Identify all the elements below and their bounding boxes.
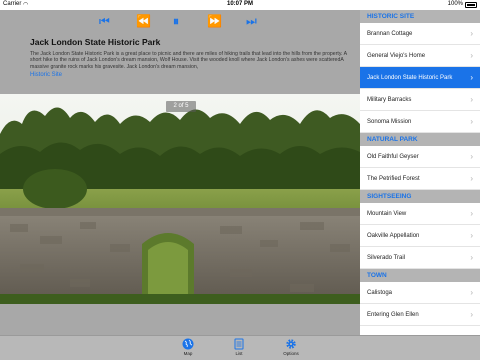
list-item[interactable]: Entering Glen Ellen ›	[360, 304, 480, 326]
battery-percent: 100%	[447, 1, 463, 7]
fast-forward-button[interactable]: ⏩	[207, 14, 222, 28]
list-item-label: Calistoga	[367, 290, 393, 296]
list-item[interactable]: Military Barracks ›	[360, 89, 480, 111]
list-item[interactable]: General Viejo's Home ›	[360, 45, 480, 67]
photo-image	[0, 94, 360, 304]
skip-last-button[interactable]: ⏭	[246, 14, 257, 28]
list-item[interactable]: Sonoma Mission ›	[360, 111, 480, 133]
chevron-right-icon: ›	[470, 152, 473, 161]
list-item-label: Jack London State Historic Park	[367, 75, 453, 81]
detail-pane: ⏮ ⏪ ⏸ ⏩ ⏭ Jack London State Historic Par…	[0, 10, 360, 335]
list-item-label: Old Faithful Geyser	[367, 154, 419, 160]
tab-list-label: List	[235, 351, 243, 356]
chevron-right-icon: ›	[470, 288, 473, 297]
chevron-right-icon: ›	[470, 174, 473, 183]
pause-button[interactable]: ⏸	[173, 14, 179, 28]
list-item[interactable]: Calistoga ›	[360, 282, 480, 304]
list-item-selected[interactable]: Jack London State Historic Park ›	[360, 67, 480, 89]
chevron-right-icon: ›	[470, 51, 473, 60]
status-bar: Carrier ◠ 10:07 PM 100%	[0, 0, 480, 10]
section-header-historic-site: HISTORIC SITE	[360, 10, 480, 23]
list-item-label: Oakville Appellation	[367, 233, 420, 239]
tab-map-label: Map	[183, 351, 193, 356]
page-title: Jack London State Historic Park	[30, 37, 161, 47]
tab-bar: Map List Options	[0, 335, 480, 360]
list-item[interactable]: Silverado Trail ›	[360, 247, 480, 269]
list-item[interactable]: The Petrified Forest ›	[360, 168, 480, 190]
park-photo[interactable]	[0, 94, 360, 304]
description-text: The Jack London State Historic Park is a…	[30, 51, 347, 70]
list-item-label: Entering Glen Ellen	[367, 312, 419, 318]
chevron-right-icon: ›	[470, 29, 473, 38]
gear-icon	[286, 339, 296, 349]
list-item[interactable]: Oakville Appellation ›	[360, 225, 480, 247]
chevron-right-icon: ›	[470, 95, 473, 104]
list-item[interactable]: Old Faithful Geyser ›	[360, 146, 480, 168]
category-link[interactable]: Historic Site	[30, 72, 62, 78]
media-controls: ⏮ ⏪ ⏸ ⏩ ⏭	[0, 12, 360, 30]
chevron-right-icon: ›	[470, 231, 473, 240]
battery-icon	[465, 2, 477, 8]
section-header-natural-park: NATURAL PARK	[360, 133, 480, 146]
globe-icon	[182, 338, 194, 350]
list-icon	[234, 338, 244, 350]
chevron-right-icon: ›	[470, 73, 473, 82]
chevron-right-icon: ›	[470, 253, 473, 262]
rewind-button[interactable]: ⏪	[136, 14, 151, 28]
list-item-label: General Viejo's Home	[367, 53, 426, 59]
photo-counter: 2 of 5	[166, 101, 196, 112]
tab-options-label: Options	[283, 351, 299, 356]
clock: 10:07 PM	[226, 1, 253, 7]
chevron-right-icon: ›	[470, 310, 473, 319]
list-item-label: Brannan Cottage	[367, 31, 413, 37]
tab-map[interactable]: Map	[176, 338, 200, 360]
tab-options[interactable]: Options	[279, 338, 303, 360]
chevron-right-icon: ›	[470, 209, 473, 218]
tab-list[interactable]: List	[227, 338, 251, 360]
skip-first-button[interactable]: ⏮	[99, 14, 110, 28]
list-item[interactable]: Mountain View ›	[360, 203, 480, 225]
section-header-town: TOWN	[360, 269, 480, 282]
section-header-sightseeing: SIGHTSEEING	[360, 190, 480, 203]
list-item-label: Military Barracks	[367, 97, 412, 103]
chevron-right-icon: ›	[470, 117, 473, 126]
list-item-label: Sonoma Mission	[367, 119, 412, 125]
list-item-label: The Petrified Forest	[367, 176, 420, 182]
list-item-label: Silverado Trail	[367, 255, 406, 261]
list-item[interactable]: Brannan Cottage ›	[360, 23, 480, 45]
sidebar-list: HISTORIC SITE Brannan Cottage › General V…	[360, 10, 480, 335]
list-item-label: Mountain View	[367, 211, 407, 217]
